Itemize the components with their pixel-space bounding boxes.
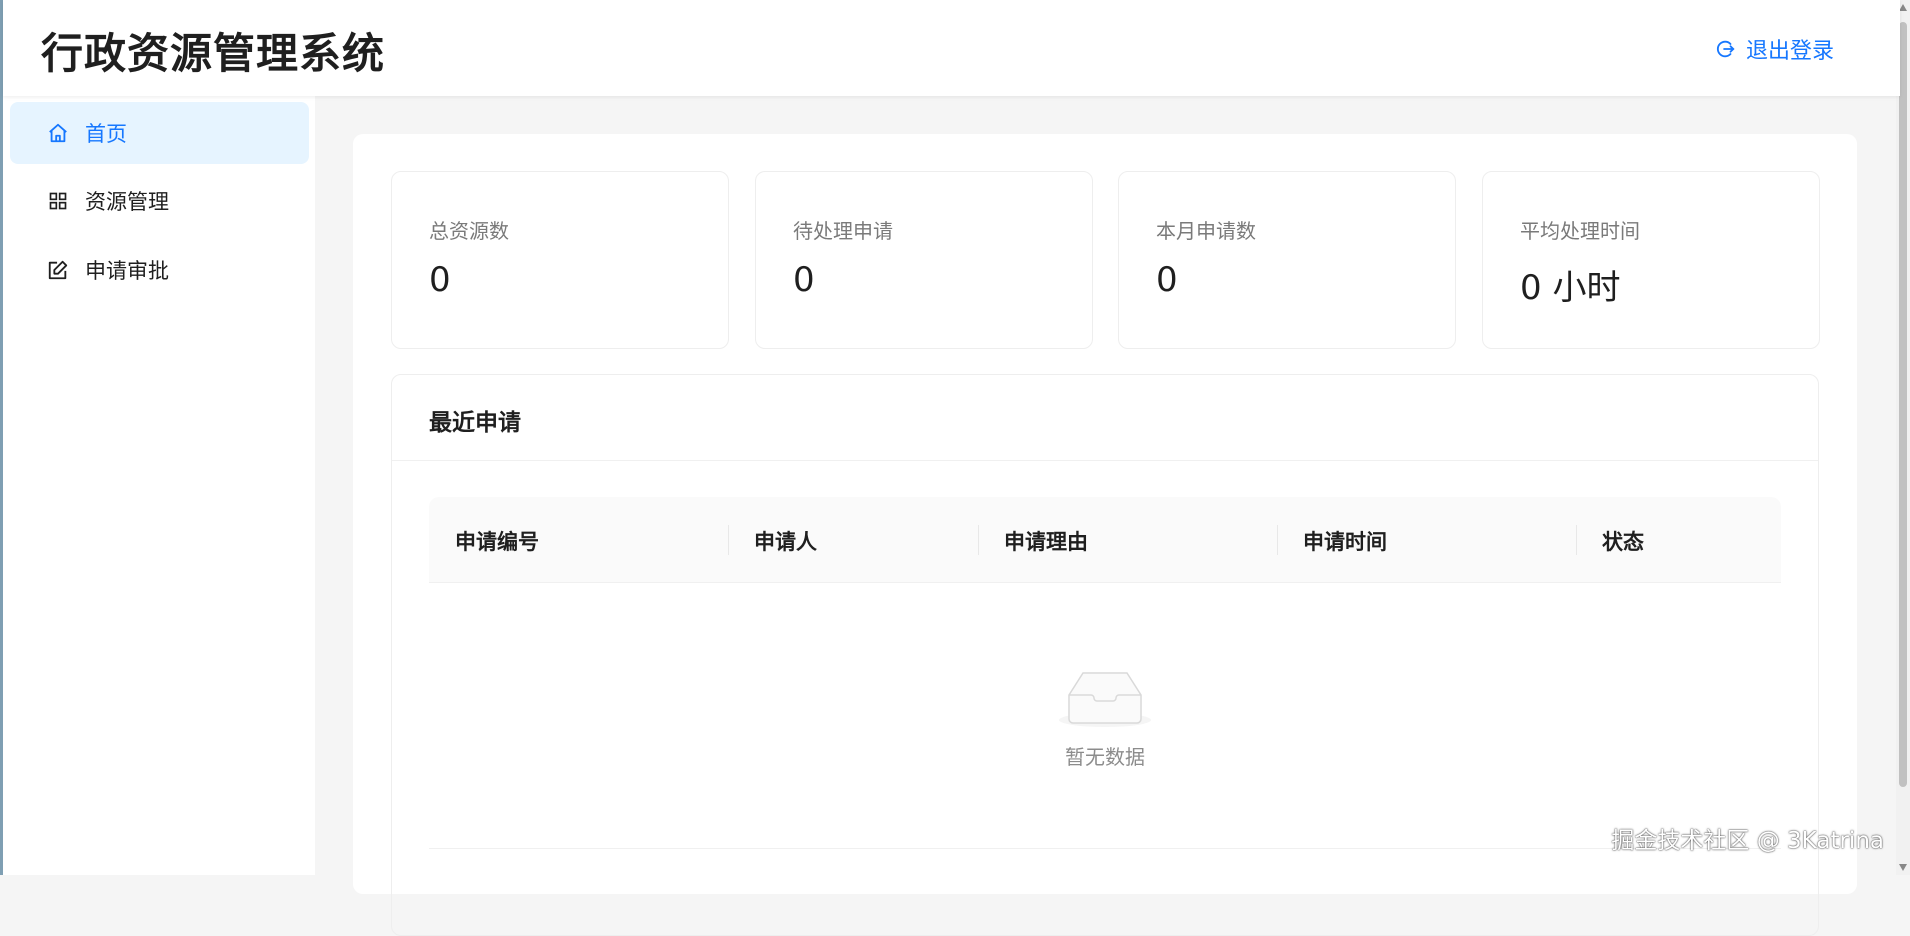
stat-label: 平均处理时间: [1520, 219, 1640, 243]
sidebar-item-home[interactable]: 首页: [10, 102, 309, 164]
column-header-request-time[interactable]: 申请时间: [1303, 526, 1387, 556]
column-header-request-id[interactable]: 申请编号: [455, 526, 539, 556]
scroll-up-arrow-icon[interactable]: [1899, 4, 1907, 11]
divider: [392, 460, 1818, 461]
sidebar-item-resources[interactable]: 资源管理: [10, 170, 309, 232]
stat-label: 待处理申请: [793, 219, 893, 243]
scroll-thumb[interactable]: [1899, 22, 1907, 787]
page-scrollbar[interactable]: [1896, 0, 1910, 875]
sidebar-item-approvals[interactable]: 申请审批: [10, 239, 309, 301]
recent-requests-card: 最近申请 申请编号 申请人 申请理由 申请时间 状态 暂无数据: [391, 374, 1819, 936]
stat-value: 0 小时: [1520, 268, 1621, 308]
top-header: 行政资源管理系统 退出登录: [3, 0, 1900, 96]
empty-text: 暂无数据: [1065, 745, 1145, 769]
scroll-down-arrow-icon[interactable]: [1899, 864, 1907, 871]
sidebar-item-label: 资源管理: [85, 190, 169, 214]
grid-icon: [46, 189, 70, 213]
sidebar-item-label: 申请审批: [85, 259, 169, 283]
stat-card-total-resources: 总资源数 0: [391, 171, 729, 349]
watermark: 掘金技术社区 @ 3Katrina: [1611, 828, 1884, 854]
stat-value: 0: [793, 260, 815, 300]
logout-button[interactable]: 退出登录: [1714, 33, 1834, 65]
stat-value: 0: [429, 260, 451, 300]
column-separator: [978, 525, 979, 555]
table-bottom-border: [429, 848, 1781, 849]
stat-label: 本月申请数: [1156, 219, 1256, 243]
column-separator: [1576, 525, 1577, 555]
stat-card-avg-processing-time: 平均处理时间 0 小时: [1482, 171, 1820, 349]
sidebar-item-label: 首页: [85, 122, 127, 146]
dashboard-card: 总资源数 0 待处理申请 0 本月申请数 0 平均处理时间 0 小时 最近申请 …: [353, 134, 1857, 936]
column-separator: [728, 525, 729, 555]
empty-inbox-icon: [1059, 672, 1151, 727]
table-header: 申请编号 申请人 申请理由 申请时间 状态: [429, 497, 1781, 583]
recent-requests-title: 最近申请: [429, 410, 521, 436]
column-header-status[interactable]: 状态: [1602, 526, 1644, 556]
home-icon: [46, 121, 70, 145]
stat-label: 总资源数: [429, 219, 509, 243]
column-header-applicant[interactable]: 申请人: [754, 526, 817, 556]
app-title: 行政资源管理系统: [41, 29, 386, 78]
logout-label: 退出登录: [1745, 39, 1834, 64]
stat-card-pending-requests: 待处理申请 0: [755, 171, 1093, 349]
stat-card-monthly-requests: 本月申请数 0: [1118, 171, 1456, 349]
sidebar: 首页 资源管理 申请审批: [3, 96, 315, 875]
edit-icon: [46, 258, 70, 282]
logout-icon: [1716, 40, 1735, 58]
column-header-reason[interactable]: 申请理由: [1004, 526, 1088, 556]
empty-state: 暂无数据: [392, 665, 1818, 770]
stat-value: 0: [1156, 260, 1178, 300]
column-separator: [1277, 525, 1278, 555]
